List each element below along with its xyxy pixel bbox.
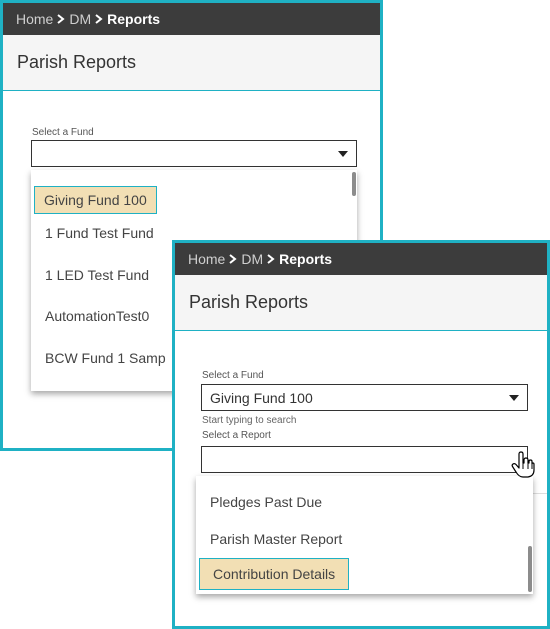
breadcrumb-home[interactable]: Home [188, 251, 225, 267]
report-select-label: Select a Report [202, 430, 271, 441]
fund-option-giving-fund-100[interactable]: Giving Fund 100 [34, 186, 157, 214]
fund-option-bcw-fund-1-samp[interactable]: BCW Fund 1 Samp [45, 350, 166, 366]
report-dropdown-list: Pledges Past Due Parish Master Report Co… [196, 476, 533, 594]
breadcrumb-reports: Reports [279, 251, 333, 267]
fund-select[interactable]: Giving Fund 100 [201, 384, 528, 411]
report-option-contribution-details[interactable]: Contribution Details [199, 558, 350, 590]
search-hint: Start typing to search [202, 415, 297, 426]
breadcrumb-dm[interactable]: DM [241, 251, 263, 267]
dropdown-scrollbar[interactable] [352, 172, 356, 196]
breadcrumb-dm[interactable]: DM [69, 11, 91, 27]
chevron-right-icon [267, 254, 275, 264]
breadcrumb-reports: Reports [107, 11, 161, 27]
fund-option-1-fund-test-fund[interactable]: 1 Fund Test Fund [45, 225, 154, 241]
fund-select-value: Giving Fund 100 [210, 389, 313, 406]
parish-reports-panel-report-open: Home DM Reports Parish Reports Select a … [172, 240, 550, 629]
page-title: Parish Reports [3, 35, 380, 91]
fund-option-automationtest0[interactable]: AutomationTest0 [45, 308, 149, 324]
dropdown-caret-icon [509, 395, 519, 401]
fund-select[interactable] [31, 140, 357, 167]
fund-select-label: Select a Fund [202, 370, 264, 381]
dropdown-caret-icon [338, 151, 348, 157]
report-select[interactable] [201, 446, 528, 473]
page-title: Parish Reports [175, 275, 547, 331]
fund-select-label: Select a Fund [32, 127, 94, 138]
dropdown-scrollbar[interactable] [528, 546, 532, 592]
report-option-pledges-past-due[interactable]: Pledges Past Due [210, 494, 322, 510]
chevron-right-icon [57, 14, 65, 24]
breadcrumb: Home DM Reports [3, 3, 380, 35]
breadcrumb: Home DM Reports [175, 243, 547, 275]
chevron-right-icon [229, 254, 237, 264]
report-option-parish-master-report[interactable]: Parish Master Report [210, 531, 342, 547]
fund-option-1-led-test-fund[interactable]: 1 LED Test Fund [45, 267, 149, 283]
hand-pointer-icon [511, 451, 535, 478]
breadcrumb-home[interactable]: Home [16, 11, 53, 27]
chevron-right-icon [95, 14, 103, 24]
